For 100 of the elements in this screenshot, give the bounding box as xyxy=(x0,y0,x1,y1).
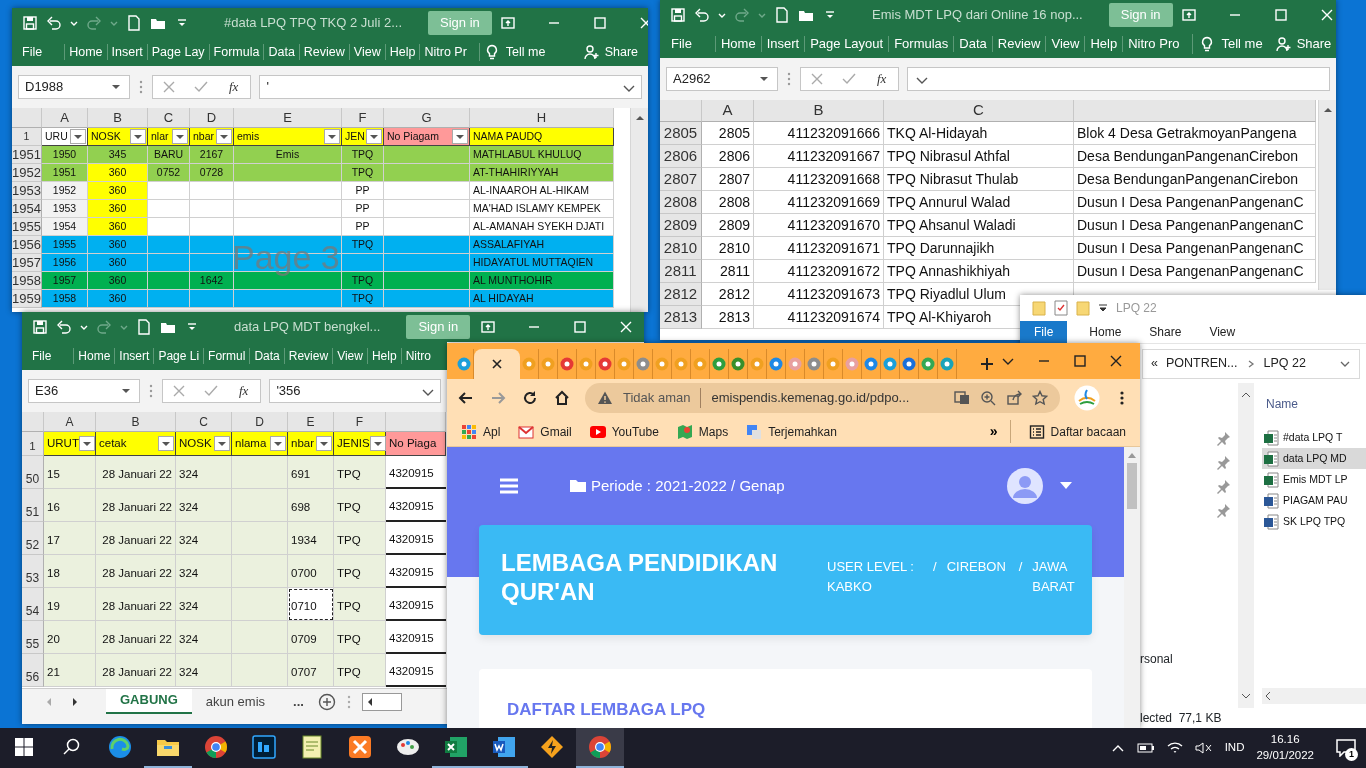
column-letter[interactable]: F xyxy=(334,412,386,432)
ribbon-tab[interactable]: File xyxy=(1020,321,1068,343)
row-number[interactable]: 1951 xyxy=(12,146,42,164)
column-letter[interactable]: B xyxy=(96,412,176,432)
row-number[interactable]: 1958 xyxy=(12,272,42,290)
row-number[interactable]: 2807 xyxy=(660,168,702,191)
column-letter[interactable]: C xyxy=(148,108,190,128)
name-box[interactable]: D1988 xyxy=(18,75,130,99)
row-number[interactable]: 56 xyxy=(22,654,44,687)
language-indicator[interactable]: IND xyxy=(1224,739,1245,757)
security-label[interactable]: Tidak aman xyxy=(623,388,702,408)
bookmark-link[interactable]: Maps xyxy=(676,422,729,441)
file-item[interactable]: #data LPQ T xyxy=(1262,427,1366,448)
row-number[interactable]: 53 xyxy=(22,555,44,588)
ribbon-tab[interactable]: Formul xyxy=(203,348,250,364)
column-letter[interactable]: D xyxy=(190,108,234,128)
name-box[interactable]: A2962 xyxy=(666,67,778,91)
ribbon-tab[interactable]: Insert xyxy=(114,348,154,364)
ribbon-tab[interactable]: Data xyxy=(249,348,284,364)
more-bookmarks-button[interactable]: » xyxy=(983,420,1011,443)
row-number[interactable]: 2806 xyxy=(660,145,702,168)
column-letter[interactable]: F xyxy=(342,108,384,128)
bookmark-link[interactable]: Gmail xyxy=(518,422,572,441)
column-letter[interactable]: A xyxy=(44,412,96,432)
ribbon-tab[interactable]: View xyxy=(1045,36,1085,52)
row-number[interactable]: 51 xyxy=(22,489,44,522)
bookmark-link[interactable]: YouTube xyxy=(589,422,659,441)
breadcrumb-item[interactable]: LPQ 22 xyxy=(1263,354,1306,373)
column-letter[interactable]: C xyxy=(176,412,232,432)
bookmark-link[interactable]: Terjemahkan xyxy=(746,422,837,441)
ribbon-tab[interactable]: Page Layout xyxy=(804,36,889,52)
ribbon-tab[interactable]: Data xyxy=(953,36,992,52)
ribbon-tab[interactable]: Help xyxy=(366,348,401,364)
row-number[interactable]: 1959 xyxy=(12,290,42,308)
row-number[interactable]: 1 xyxy=(12,128,42,146)
file-item[interactable]: PIAGAM PAU xyxy=(1262,490,1366,511)
address-bar[interactable]: Tidak aman emispendis.kemenag.go.id/pdpo... xyxy=(585,383,1060,413)
tell-me-button[interactable]: Tell me xyxy=(1192,34,1269,54)
insert-function-button[interactable]: fx xyxy=(235,381,253,401)
row-number[interactable]: 2808 xyxy=(660,191,702,214)
row-number[interactable]: 2813 xyxy=(660,306,702,329)
row-number[interactable]: 1953 xyxy=(12,182,42,200)
column-letter[interactable]: E xyxy=(234,108,342,128)
row-number[interactable]: 2810 xyxy=(660,237,702,260)
address-bar[interactable]: « PONTREN... LPQ 22 xyxy=(1142,348,1360,379)
ribbon-tab[interactable]: Home xyxy=(64,44,107,60)
nav-item[interactable]: rsonal xyxy=(1140,650,1216,668)
ribbon-tab[interactable]: Review xyxy=(298,44,349,60)
breadcrumb-item[interactable]: PONTREN... xyxy=(1165,354,1238,373)
row-number[interactable]: 50 xyxy=(22,456,44,489)
ribbon-tab[interactable]: Page Lay xyxy=(146,44,209,60)
file-item[interactable]: Emis MDT LP xyxy=(1262,469,1366,490)
ribbon-tab[interactable]: Home xyxy=(714,36,761,52)
clock-time[interactable]: 16.16 xyxy=(1270,732,1300,748)
column-letter[interactable]: C xyxy=(884,100,1074,122)
insert-function-button[interactable]: fx xyxy=(225,77,243,97)
formula-field[interactable]: ' xyxy=(259,75,642,99)
ribbon-tab[interactable]: Nitro xyxy=(400,348,435,364)
ribbon-tab[interactable]: Review xyxy=(991,36,1046,52)
row-number[interactable]: 2805 xyxy=(660,122,702,145)
row-number[interactable]: 1952 xyxy=(12,164,42,182)
file-item[interactable]: SK LPQ TPQ xyxy=(1262,511,1366,532)
reading-list-button[interactable]: Daftar bacaan xyxy=(1028,422,1126,441)
row-number[interactable]: 52 xyxy=(22,522,44,555)
column-letter[interactable]: B xyxy=(754,100,884,122)
row-number[interactable]: 55 xyxy=(22,621,44,654)
sheet-tab[interactable]: akun emis xyxy=(191,688,280,715)
share-button[interactable]: Share xyxy=(578,42,642,62)
ribbon-tab[interactable]: Home xyxy=(73,348,115,364)
ribbon-tab[interactable]: Formulas xyxy=(888,36,954,52)
ribbon-tab[interactable]: Insert xyxy=(106,44,147,60)
column-letter[interactable]: H xyxy=(470,108,614,128)
name-box[interactable]: E36 xyxy=(28,379,140,403)
more-sheets-button[interactable]: ... xyxy=(279,688,318,715)
column-header[interactable]: Name xyxy=(1266,395,1366,413)
ribbon-tab[interactable]: Help xyxy=(1084,36,1123,52)
column-letter[interactable]: D xyxy=(232,412,288,432)
ribbon-tab[interactable]: Formula xyxy=(208,44,264,60)
ribbon-tab[interactable]: View xyxy=(332,348,367,364)
column-letter[interactable]: A xyxy=(702,100,754,122)
ribbon-tab[interactable]: Review xyxy=(283,348,333,364)
column-letter[interactable]: G xyxy=(384,108,470,128)
clock-date[interactable]: 29/01/2022 xyxy=(1256,748,1314,764)
row-number[interactable]: 54 xyxy=(22,588,44,621)
file-item[interactable]: data LPQ MD xyxy=(1262,448,1366,469)
share-button[interactable]: Share xyxy=(1268,34,1336,54)
row-number[interactable]: 2809 xyxy=(660,214,702,237)
ribbon-tab[interactable]: File xyxy=(28,348,56,364)
formula-field[interactable]: '356 xyxy=(269,379,441,403)
ribbon-tab[interactable]: Share xyxy=(1135,321,1196,343)
ribbon-tab[interactable]: Home xyxy=(1075,321,1136,343)
ribbon-tab[interactable]: File xyxy=(18,44,47,60)
row-number[interactable]: 1 xyxy=(22,432,44,456)
insert-function-button[interactable]: fx xyxy=(873,69,891,89)
ribbon-tab[interactable]: Nitro Pr xyxy=(419,44,471,60)
ribbon-tab[interactable]: Data xyxy=(263,44,299,60)
column-letter[interactable]: E xyxy=(288,412,334,432)
ribbon-tab[interactable]: Help xyxy=(384,44,420,60)
sheet-tab[interactable]: GABUNG xyxy=(106,688,192,715)
row-number[interactable]: 1955 xyxy=(12,218,42,236)
